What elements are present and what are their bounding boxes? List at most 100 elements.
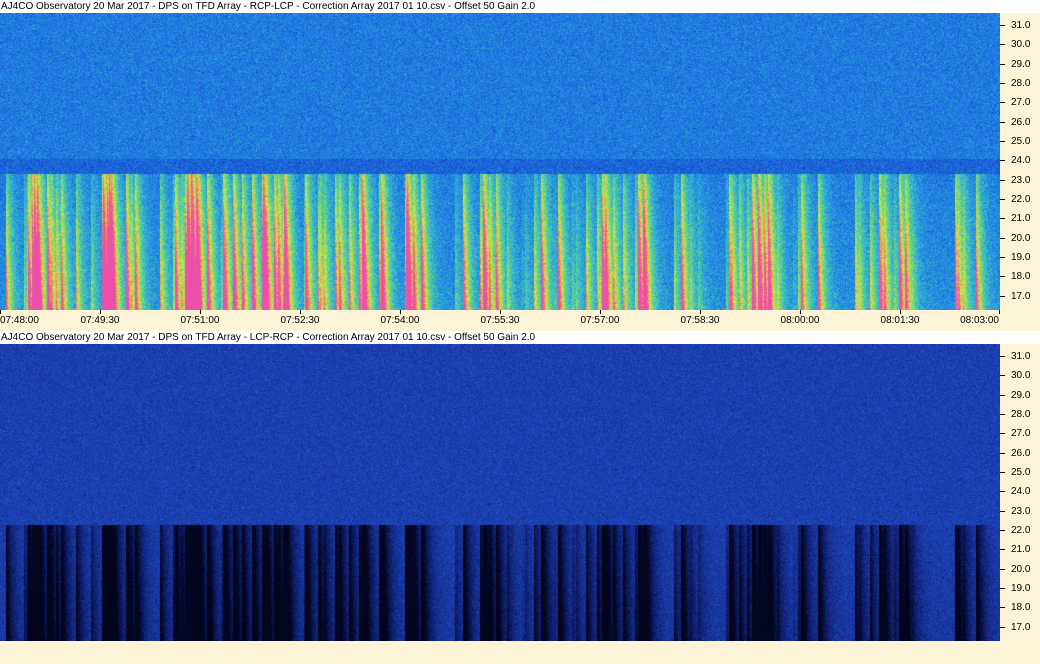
- freq-tick: 18.0: [1000, 602, 1040, 614]
- freq-tick: 22.0: [1000, 525, 1040, 537]
- bottom-frequency-axis: 31.0 30.0 29.0 28.0 27.0 26.0 25.0 24.0 23.0 22.0…: [1000, 344, 1040, 641]
- freq-tick: 26.0: [1000, 448, 1040, 460]
- freq-tick-label: 26.0: [1011, 447, 1031, 459]
- freq-tick-mark: [1000, 433, 1005, 435]
- freq-tick-mark: [1000, 25, 1005, 26]
- freq-tick: 29.0: [1000, 59, 1040, 71]
- freq-tick: 20.0: [1000, 564, 1040, 576]
- freq-tick-label: 21.0: [1011, 213, 1031, 225]
- time-tick-label: 08:00:00: [780, 315, 820, 326]
- bottom-time-axis: [0, 641, 1040, 664]
- freq-tick-label: 27.0: [1011, 97, 1031, 109]
- time-tick-label: 07:52:30: [280, 315, 320, 326]
- time-tick-label: 07:54:00: [380, 315, 420, 326]
- time-tick-label: 07:55:30: [480, 315, 520, 326]
- freq-tick-label: 23.0: [1011, 174, 1031, 186]
- freq-tick: 19.0: [1000, 583, 1040, 595]
- bottom-panel-title: AJ4CO Observatory 20 Mar 2017 - DPS on T…: [0, 331, 1040, 344]
- freq-tick-mark: [1000, 295, 1005, 297]
- freq-tick-mark: [1000, 452, 1005, 454]
- freq-tick: 21.0: [1000, 213, 1040, 225]
- freq-tick-label: 18.0: [1011, 602, 1031, 614]
- freq-tick-mark: [1000, 510, 1005, 512]
- time-tick-label: 08:03:00: [960, 315, 999, 326]
- freq-tick: 23.0: [1000, 506, 1040, 518]
- freq-tick: 24.0: [1000, 155, 1040, 167]
- freq-tick-mark: [1000, 121, 1005, 123]
- time-tick-label: 07:57:00: [580, 315, 620, 326]
- freq-tick-label: 25.0: [1011, 135, 1031, 147]
- freq-tick-mark: [1000, 102, 1005, 104]
- freq-tick: 31.0: [1000, 20, 1040, 32]
- freq-tick-mark: [1000, 356, 1005, 357]
- freq-tick-label: 31.0: [1011, 351, 1031, 362]
- freq-tick-label: 27.0: [1011, 428, 1031, 440]
- freq-tick: 17.0: [1000, 291, 1040, 303]
- freq-tick-label: 24.0: [1011, 155, 1031, 167]
- freq-tick: 21.0: [1000, 544, 1040, 556]
- freq-tick-label: 20.0: [1011, 232, 1031, 244]
- freq-tick: 31.0: [1000, 351, 1040, 363]
- freq-tick-label: 28.0: [1011, 77, 1031, 89]
- freq-tick-label: 31.0: [1011, 20, 1031, 31]
- freq-tick-mark: [1000, 549, 1005, 551]
- time-tick-label: 07:49:30: [80, 315, 120, 326]
- freq-tick: 28.0: [1000, 409, 1040, 421]
- freq-tick-mark: [1000, 607, 1005, 609]
- freq-tick-label: 18.0: [1011, 271, 1031, 283]
- freq-tick-mark: [1000, 276, 1005, 278]
- freq-tick-label: 22.0: [1011, 524, 1031, 536]
- freq-tick-label: 25.0: [1011, 466, 1031, 478]
- top-time-axis: 07:48:00 07:49:30 07:51:00 07:52:30 07:54:00…: [0, 310, 1040, 329]
- freq-tick-label: 20.0: [1011, 563, 1031, 575]
- freq-tick-label: 28.0: [1011, 408, 1031, 420]
- freq-tick-label: 26.0: [1011, 116, 1031, 128]
- freq-tick-mark: [1000, 179, 1005, 181]
- freq-tick: 19.0: [1000, 252, 1040, 264]
- freq-tick: 29.0: [1000, 390, 1040, 402]
- freq-tick: 22.0: [1000, 194, 1040, 206]
- freq-tick: 30.0: [1000, 370, 1040, 382]
- freq-tick-mark: [1000, 394, 1005, 396]
- freq-tick: 24.0: [1000, 486, 1040, 498]
- top-spectrogram[interactable]: [0, 13, 1000, 310]
- freq-tick-label: 17.0: [1011, 290, 1031, 302]
- freq-tick: 26.0: [1000, 117, 1040, 129]
- freq-tick-mark: [1000, 587, 1005, 589]
- freq-tick-mark: [1000, 237, 1005, 239]
- freq-tick-mark: [1000, 218, 1005, 220]
- top-panel-title: AJ4CO Observatory 20 Mar 2017 - DPS on T…: [0, 0, 1040, 13]
- freq-tick-mark: [1000, 471, 1005, 473]
- top-frequency-axis: 31.0 30.0 29.0 28.0 27.0 26.0 25.0 24.0 23.0 22.0…: [1000, 13, 1040, 310]
- freq-tick: 27.0: [1000, 97, 1040, 109]
- freq-tick-mark: [1000, 375, 1005, 377]
- bottom-spectrogram[interactable]: [0, 344, 1000, 641]
- freq-tick-mark: [1000, 160, 1005, 162]
- freq-tick: 18.0: [1000, 271, 1040, 283]
- freq-tick-mark: [1000, 529, 1005, 531]
- freq-tick-mark: [1000, 568, 1005, 570]
- time-tick-label: 07:58:30: [680, 315, 720, 326]
- freq-tick-label: 17.0: [1011, 621, 1031, 633]
- time-tick-mark: [999, 310, 1000, 314]
- freq-tick-label: 29.0: [1011, 389, 1031, 401]
- freq-tick: 27.0: [1000, 428, 1040, 440]
- freq-tick-mark: [1000, 626, 1005, 628]
- freq-tick-label: 22.0: [1011, 193, 1031, 205]
- freq-tick-mark: [1000, 140, 1005, 142]
- freq-tick-mark: [1000, 198, 1005, 200]
- freq-tick-label: 30.0: [1011, 370, 1031, 382]
- freq-tick: 25.0: [1000, 136, 1040, 148]
- freq-tick-mark: [1000, 44, 1005, 46]
- freq-tick: 30.0: [1000, 39, 1040, 51]
- freq-tick: 20.0: [1000, 233, 1040, 245]
- time-tick-label: 07:48:00: [0, 315, 39, 326]
- freq-tick-label: 21.0: [1011, 544, 1031, 556]
- freq-tick-label: 24.0: [1011, 486, 1031, 498]
- freq-tick-mark: [1000, 491, 1005, 493]
- time-tick-label: 07:51:00: [180, 315, 220, 326]
- freq-tick: 28.0: [1000, 78, 1040, 90]
- freq-tick: 17.0: [1000, 622, 1040, 634]
- freq-tick-mark: [1000, 256, 1005, 258]
- freq-tick-label: 23.0: [1011, 505, 1031, 517]
